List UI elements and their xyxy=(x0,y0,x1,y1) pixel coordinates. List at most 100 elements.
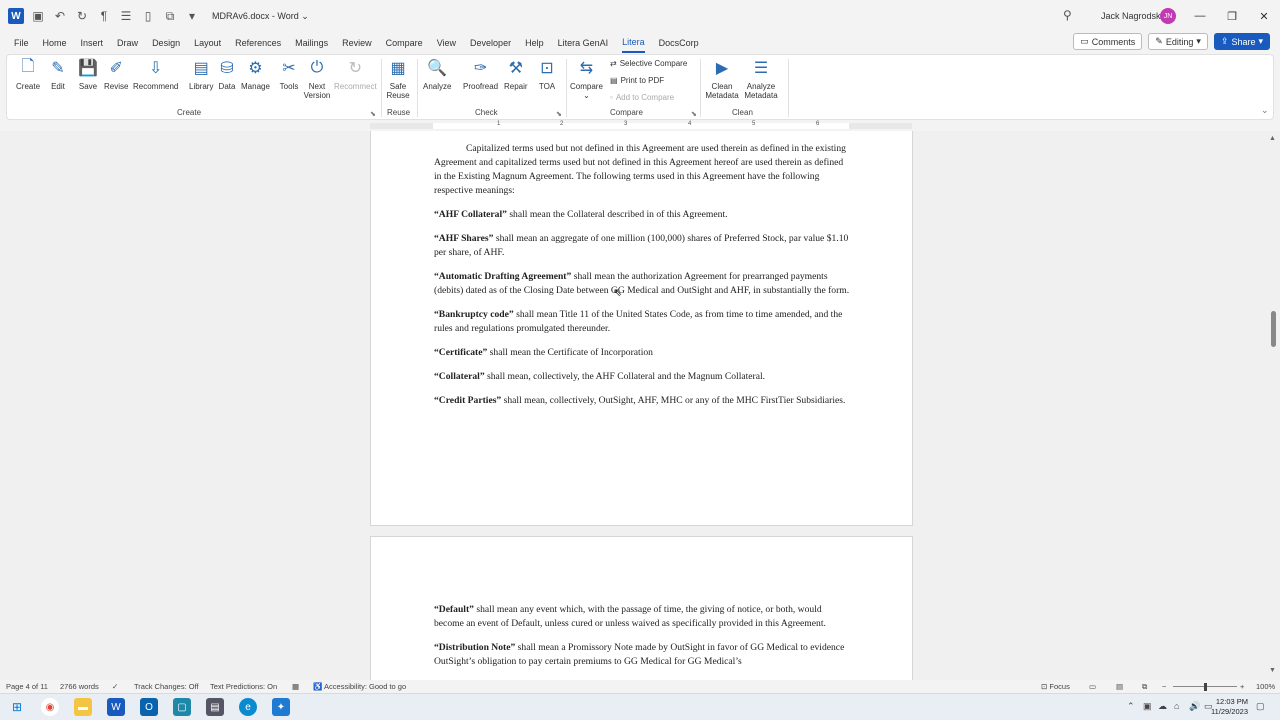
zoom-out-button[interactable]: − xyxy=(1162,682,1166,691)
app-icon[interactable]: ▤ xyxy=(206,698,224,716)
dialog-launcher-icon[interactable]: ⬊ xyxy=(370,110,376,118)
reconnect-button[interactable]: ↻ Recommect xyxy=(334,57,377,91)
chrome-icon[interactable]: ◉ xyxy=(41,698,59,716)
revise-button[interactable]: ✐ Revise xyxy=(104,57,128,91)
vertical-scrollbar[interactable]: ▲ ▼ xyxy=(1269,131,1278,680)
safe-reuse-button[interactable]: ▦ Safe Reuse xyxy=(386,57,409,100)
clean-metadata-button[interactable]: ▶ Clean Metadata xyxy=(704,57,740,100)
definition-ahf-collateral[interactable]: “AHF Collateral” shall mean the Collater… xyxy=(434,208,850,222)
focus-button[interactable]: ⊡ Focus xyxy=(1041,682,1070,691)
macro-icon[interactable]: ▦ xyxy=(292,682,299,691)
outlook-icon[interactable]: O xyxy=(140,698,158,716)
edit-button[interactable]: ✎ Edit xyxy=(47,57,69,91)
print-to-pdf-button[interactable]: ▤ Print to PDF xyxy=(610,76,664,85)
close-button[interactable]: ✕ xyxy=(1254,6,1274,26)
file-explorer-icon[interactable]: ▬ xyxy=(74,698,92,716)
tab-review[interactable]: Review xyxy=(342,34,372,52)
accessibility-status[interactable]: ♿ Accessibility: Good to go xyxy=(313,682,406,691)
app-icon[interactable]: ✦ xyxy=(272,698,290,716)
network-icon[interactable]: ⌂ xyxy=(1174,701,1179,711)
layout-options-icon[interactable]: ⧉ xyxy=(162,8,178,24)
tray-app-icon[interactable]: ▣ xyxy=(1143,701,1152,712)
page-text[interactable]: “Default” shall mean any event which, wi… xyxy=(434,603,850,679)
recommend-button[interactable]: ⇩ Recommend xyxy=(133,57,178,91)
edge-icon[interactable]: e xyxy=(239,698,257,716)
intro-paragraph[interactable]: Capitalized terms used but not defined i… xyxy=(434,142,850,198)
text-predictions-status[interactable]: Text Predictions: On xyxy=(210,682,277,691)
print-layout-view-icon[interactable]: ▤ xyxy=(1116,682,1123,691)
zoom-in-button[interactable]: + xyxy=(1240,682,1244,691)
proofread-button[interactable]: ✑ Proofread xyxy=(463,57,498,91)
analyze-button[interactable]: 🔍 Analyze xyxy=(423,57,451,91)
print-layout-icon[interactable]: ▯ xyxy=(140,8,156,24)
tab-compare[interactable]: Compare xyxy=(386,34,423,52)
word-taskbar-icon[interactable]: W xyxy=(107,698,125,716)
tab-draw[interactable]: Draw xyxy=(117,34,138,52)
manage-button[interactable]: ⚙ Manage xyxy=(241,57,270,91)
document-canvas[interactable]: Capitalized terms used but not defined i… xyxy=(0,131,1280,680)
app-icon[interactable]: ▢ xyxy=(173,698,191,716)
document-page[interactable]: Capitalized terms used but not defined i… xyxy=(370,131,913,526)
tab-home[interactable]: Home xyxy=(43,34,67,52)
paragraph-mark-icon[interactable]: ¶ xyxy=(96,8,112,24)
customize-qat-icon[interactable]: ▾ xyxy=(184,8,200,24)
user-name[interactable]: Jack Nagrodski xyxy=(1101,11,1163,21)
tab-layout[interactable]: Layout xyxy=(194,34,221,52)
toa-button[interactable]: ⊡ TOA xyxy=(536,57,558,91)
collapse-ribbon-icon[interactable]: ⌄ xyxy=(1261,105,1269,116)
scroll-up-icon[interactable]: ▲ xyxy=(1269,135,1276,142)
repair-button[interactable]: ⚒ Repair xyxy=(504,57,528,91)
tab-litera-genai[interactable]: Litera GenAI xyxy=(558,34,609,52)
read-mode-icon[interactable]: ▭ xyxy=(1089,682,1096,691)
page-text[interactable]: Capitalized terms used but not defined i… xyxy=(434,142,850,418)
tray-expand-icon[interactable]: ⌃ xyxy=(1127,701,1135,712)
draft-view-icon[interactable]: ☰ xyxy=(118,8,134,24)
definition-automatic-drafting[interactable]: “Automatic Drafting Agreement” shall mea… xyxy=(434,270,850,298)
autosave-icon[interactable]: ▣ xyxy=(30,8,46,24)
definition-ahf-shares[interactable]: “AHF Shares” shall mean an aggregate of … xyxy=(434,232,850,260)
clock[interactable]: 12:03 PM 11/29/2023 xyxy=(1211,697,1248,717)
share-button[interactable]: ⇪ Share ▾ xyxy=(1213,33,1270,50)
tab-developer[interactable]: Developer xyxy=(470,34,511,52)
tab-help[interactable]: Help xyxy=(525,34,544,52)
document-page[interactable]: “Default” shall mean any event which, wi… xyxy=(370,536,913,680)
zoom-level[interactable]: 100% xyxy=(1256,682,1275,691)
track-changes-status[interactable]: Track Changes: Off xyxy=(134,682,199,691)
undo-icon[interactable]: ↶ xyxy=(52,8,68,24)
save-button[interactable]: 💾 Save xyxy=(77,57,99,91)
tab-docscorp[interactable]: DocsCorp xyxy=(659,34,699,52)
volume-icon[interactable]: 🔊 xyxy=(1189,701,1200,712)
horizontal-ruler[interactable]: 1 2 3 4 5 6 xyxy=(370,121,912,131)
search-icon[interactable]: ⚲ xyxy=(1063,8,1079,24)
tab-view[interactable]: View xyxy=(437,34,456,52)
proofing-icon[interactable]: ✓ xyxy=(112,682,118,691)
library-button[interactable]: ▤ Library xyxy=(189,57,213,91)
definition-default[interactable]: “Default” shall mean any event which, wi… xyxy=(434,603,850,631)
scroll-thumb[interactable] xyxy=(1271,311,1276,347)
document-title[interactable]: MDRAv6.docx - Word ⌄ xyxy=(212,11,309,22)
comments-button[interactable]: ▭ Comments xyxy=(1073,33,1143,50)
avatar[interactable]: JN xyxy=(1160,8,1176,24)
tray-app-icon[interactable]: ☁ xyxy=(1158,701,1167,712)
definition-certificate[interactable]: “Certificate” shall mean the Certificate… xyxy=(434,346,850,360)
tab-file[interactable]: File xyxy=(14,34,29,52)
web-layout-icon[interactable]: ⧉ xyxy=(1142,682,1147,692)
add-to-compare-button[interactable]: ▫ Add to Compare xyxy=(610,93,674,102)
dialog-launcher-icon[interactable]: ⬊ xyxy=(556,110,562,118)
compare-button[interactable]: ⇆ Compare ⌄ xyxy=(570,57,603,100)
dialog-launcher-icon[interactable]: ⬊ xyxy=(691,110,697,118)
data-button[interactable]: ⛁ Data xyxy=(216,57,238,91)
tab-litera[interactable]: Litera xyxy=(622,33,645,53)
page-count[interactable]: Page 4 of 11 xyxy=(6,682,48,691)
minimize-button[interactable]: — xyxy=(1190,6,1210,26)
selective-compare-button[interactable]: ⇄ Selective Compare xyxy=(610,59,687,68)
maximize-button[interactable]: ❐ xyxy=(1222,6,1242,26)
tools-button[interactable]: ✂ Tools xyxy=(278,57,300,91)
editing-mode-button[interactable]: ✎ Editing ▾ xyxy=(1148,33,1208,50)
zoom-slider-thumb[interactable] xyxy=(1204,683,1207,691)
analyze-metadata-button[interactable]: ☰ Analyze Metadata xyxy=(743,57,779,100)
tab-mailings[interactable]: Mailings xyxy=(295,34,328,52)
redo-icon[interactable]: ↻ xyxy=(74,8,90,24)
create-button[interactable]: 🗋 Create xyxy=(16,57,40,92)
definition-credit-parties[interactable]: “Credit Parties” shall mean, collectivel… xyxy=(434,394,850,408)
